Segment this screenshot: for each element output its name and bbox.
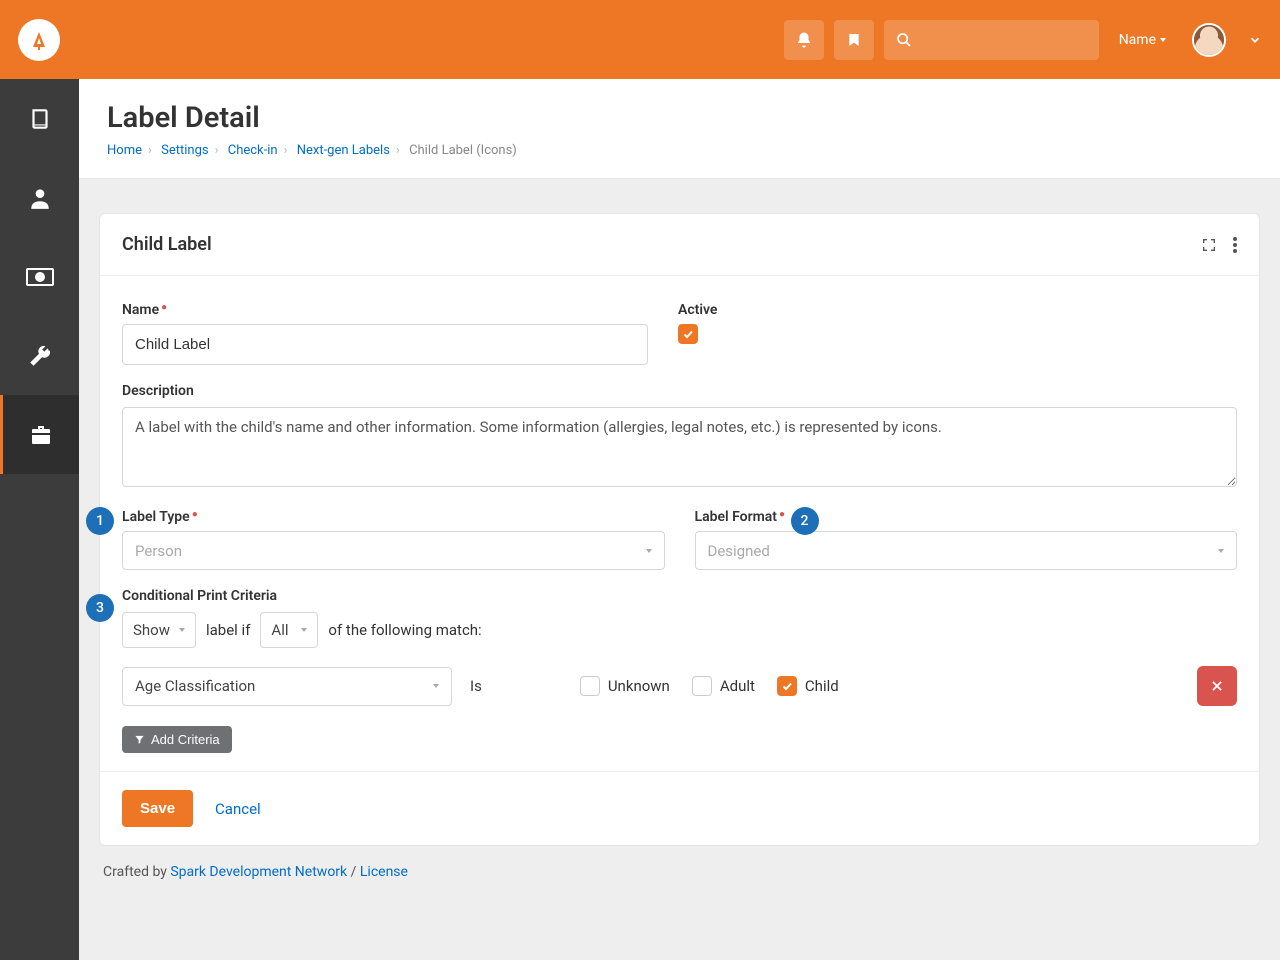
active-checkbox[interactable] <box>678 324 698 344</box>
label-type-select[interactable]: Person <box>122 531 665 570</box>
checkbox-child[interactable] <box>777 676 797 696</box>
sidebar <box>0 79 79 960</box>
bell-icon[interactable] <box>784 20 824 60</box>
checkbox-unknown[interactable] <box>580 676 600 696</box>
kebab-icon[interactable] <box>1233 237 1237 253</box>
checkbox-adult[interactable] <box>692 676 712 696</box>
sidebar-item-toolbox[interactable] <box>0 395 79 474</box>
label-format-select[interactable]: Designed <box>695 531 1238 570</box>
delete-criteria-button[interactable] <box>1197 666 1237 706</box>
label-if-text: label if <box>206 621 250 639</box>
bc-settings[interactable]: Settings <box>161 143 208 158</box>
label-type-label: Label Type● <box>122 509 665 525</box>
license-link[interactable]: License <box>360 864 408 880</box>
criteria-label: Conditional Print Criteria <box>122 588 1237 604</box>
page-title: Label Detail <box>107 101 1252 135</box>
save-button[interactable]: Save <box>122 790 193 827</box>
expand-icon[interactable] <box>1201 237 1217 253</box>
app-logo[interactable] <box>18 19 60 61</box>
avatar[interactable] <box>1192 23 1226 57</box>
option-unknown[interactable]: Unknown <box>580 676 670 696</box>
sidebar-item-money[interactable] <box>0 237 79 316</box>
option-adult[interactable]: Adult <box>692 676 755 696</box>
bookmark-icon[interactable] <box>834 20 874 60</box>
user-name-dropdown[interactable]: Name <box>1119 32 1166 48</box>
callout-1: 1 <box>86 507 114 535</box>
bc-nextgen[interactable]: Next-gen Labels <box>297 143 390 158</box>
is-text: Is <box>470 677 482 695</box>
following-text: of the following match: <box>328 621 481 639</box>
panel-child-label: Child Label Name● Active <box>99 213 1260 846</box>
add-criteria-button[interactable]: Add Criteria <box>122 726 232 753</box>
callout-3: 3 <box>86 594 114 622</box>
bc-checkin[interactable]: Check-in <box>228 143 278 158</box>
app-header: Name <box>0 0 1280 79</box>
search-input[interactable] <box>884 20 1099 60</box>
sidebar-item-person[interactable] <box>0 158 79 237</box>
option-child[interactable]: Child <box>777 676 839 696</box>
footer-credit: Crafted by Spark Development Network / L… <box>99 846 1260 898</box>
all-select[interactable]: All <box>260 612 318 648</box>
panel-title: Child Label <box>122 234 212 255</box>
search-icon <box>896 32 912 48</box>
callout-2: 2 <box>791 507 819 535</box>
show-select[interactable]: Show <box>122 612 196 648</box>
chevron-down-icon[interactable] <box>1248 33 1262 47</box>
content-area: Label Detail Home› Settings› Check-in› N… <box>79 79 1280 960</box>
user-name-label: Name <box>1119 32 1156 48</box>
description-field[interactable]: A label with the child's name and other … <box>122 407 1237 487</box>
sidebar-item-wrench[interactable] <box>0 316 79 395</box>
bc-current: Child Label (Icons) <box>409 143 517 158</box>
breadcrumb: Home› Settings› Check-in› Next-gen Label… <box>107 143 1252 158</box>
spark-link[interactable]: Spark Development Network <box>170 864 347 880</box>
sidebar-item-book[interactable] <box>0 79 79 158</box>
description-label: Description <box>122 383 1237 399</box>
name-label: Name● <box>122 302 648 318</box>
label-format-label: Label Format● <box>695 509 1238 525</box>
active-label: Active <box>678 302 1237 318</box>
filter-icon <box>134 734 145 745</box>
caret-down-icon <box>1160 38 1166 42</box>
bc-home[interactable]: Home <box>107 143 142 158</box>
criteria-field-select[interactable]: Age Classification <box>122 667 452 706</box>
cancel-button[interactable]: Cancel <box>215 800 261 818</box>
name-field[interactable] <box>122 324 648 365</box>
